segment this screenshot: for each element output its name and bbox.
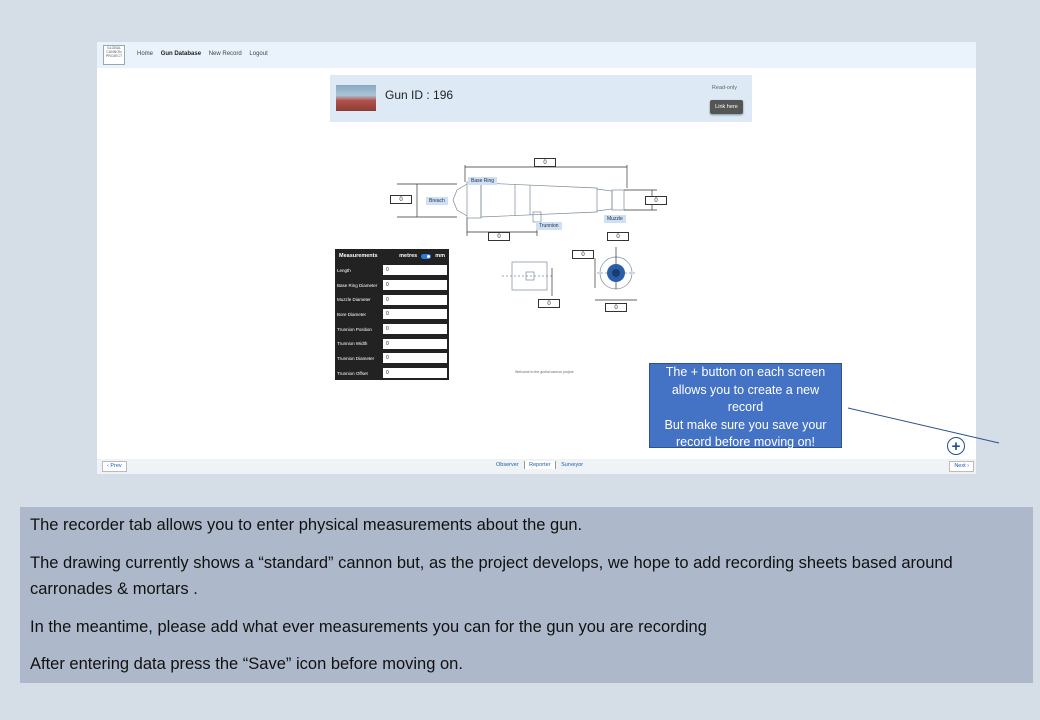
caption-box: The recorder tab allows you to enter phy… bbox=[20, 507, 1033, 683]
caption-paragraph: The drawing currently shows a “standard”… bbox=[30, 554, 953, 598]
caption-paragraph: After entering data press the “Save” ico… bbox=[30, 655, 463, 673]
caption-paragraph: The recorder tab allows you to enter phy… bbox=[30, 516, 583, 534]
caption-paragraph: In the meantime, please add what ever me… bbox=[30, 618, 707, 636]
callout-line bbox=[847, 407, 1000, 444]
